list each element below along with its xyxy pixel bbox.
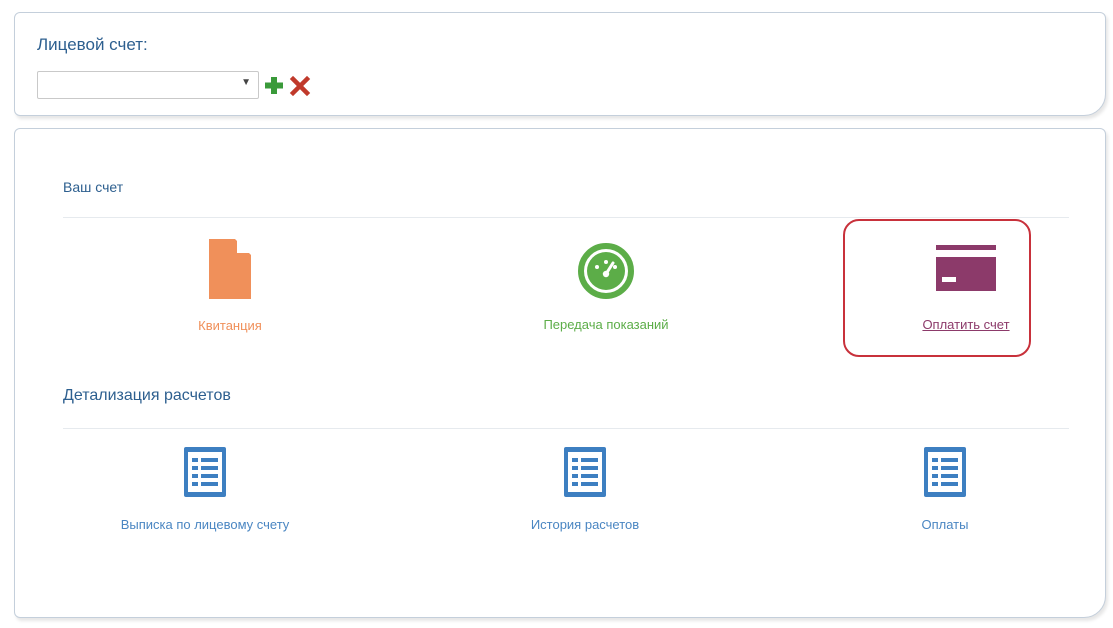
list-icon	[564, 447, 606, 497]
meter-readings-link[interactable]: Передача показаний	[456, 243, 756, 332]
pay-bill-label: Оплатить счет	[922, 317, 1010, 332]
add-account-button[interactable]	[263, 73, 285, 97]
list-icon	[184, 447, 226, 497]
billing-history-label: История расчетов	[530, 517, 640, 532]
account-label: Лицевой счет:	[37, 35, 148, 54]
account-statement-link[interactable]: Выписка по лицевому счету	[55, 447, 355, 532]
payments-link[interactable]: Оплаты	[795, 447, 1095, 532]
payments-label: Оплаты	[921, 517, 969, 532]
x-icon	[289, 75, 311, 97]
chevron-down-icon: ▼	[241, 77, 251, 88]
section-title-details: Детализация расчетов	[63, 387, 231, 404]
speedometer-icon	[578, 243, 634, 299]
main-panel: Ваш счет Квитанция Передача показаний Оп…	[14, 128, 1106, 618]
account-select[interactable]: ▼	[37, 71, 259, 99]
divider	[63, 428, 1069, 429]
document-icon	[209, 239, 251, 299]
account-panel: Лицевой счет: ▼	[14, 12, 1106, 116]
list-icon	[924, 447, 966, 497]
plus-icon	[265, 77, 283, 94]
section-title-your-account: Ваш счет	[63, 179, 124, 195]
receipt-link[interactable]: Квитанция	[80, 239, 380, 333]
meter-readings-label: Передача показаний	[543, 317, 669, 332]
delete-account-button[interactable]	[289, 73, 311, 97]
credit-card-icon	[936, 245, 996, 291]
pay-bill-link[interactable]: Оплатить счет	[816, 245, 1113, 332]
divider	[63, 217, 1069, 218]
account-statement-label: Выписка по лицевому счету	[120, 517, 290, 532]
billing-history-link[interactable]: История расчетов	[435, 447, 735, 532]
receipt-label: Квитанция	[198, 318, 262, 333]
